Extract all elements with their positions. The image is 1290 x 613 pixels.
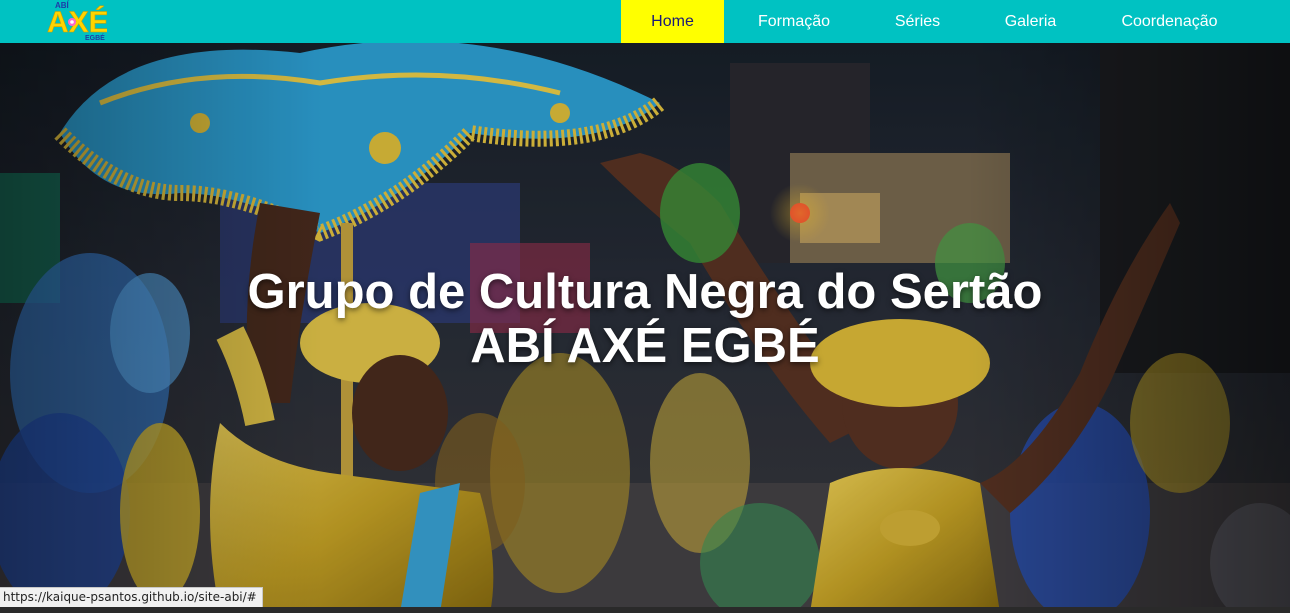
hero-title-line1: Grupo de Cultura Negra do Sertão [247, 265, 1043, 319]
logo-main-text: AXÉ [47, 5, 107, 39]
hero-title-line2: ABÍ AXÉ EGBÉ [470, 319, 820, 373]
logo-graphic: ABÍ AXÉ EGBÉ [47, 1, 107, 42]
main-nav: Home Formação Séries Galeria Coordenação [621, 0, 1249, 43]
nav-item-galeria[interactable]: Galeria [971, 0, 1090, 43]
status-bar-url: https://kaique-psantos.github.io/site-ab… [0, 587, 263, 607]
logo-sub-text: EGBÉ [85, 33, 105, 42]
nav-item-formacao[interactable]: Formação [724, 0, 864, 43]
top-navbar: ABÍ AXÉ EGBÉ Home Formação Séries Galeri… [0, 0, 1290, 43]
bottom-strip [0, 607, 1290, 613]
nav-item-series[interactable]: Séries [864, 0, 971, 43]
hero-banner: Grupo de Cultura Negra do Sertão ABÍ AXÉ… [0, 43, 1290, 613]
nav-item-coordenacao[interactable]: Coordenação [1090, 0, 1249, 43]
logo-flower-icon [68, 18, 76, 26]
nav-item-home[interactable]: Home [621, 0, 724, 43]
hero-title: Grupo de Cultura Negra do Sertão ABÍ AXÉ… [0, 265, 1290, 373]
site-logo[interactable]: ABÍ AXÉ EGBÉ [45, 0, 107, 42]
